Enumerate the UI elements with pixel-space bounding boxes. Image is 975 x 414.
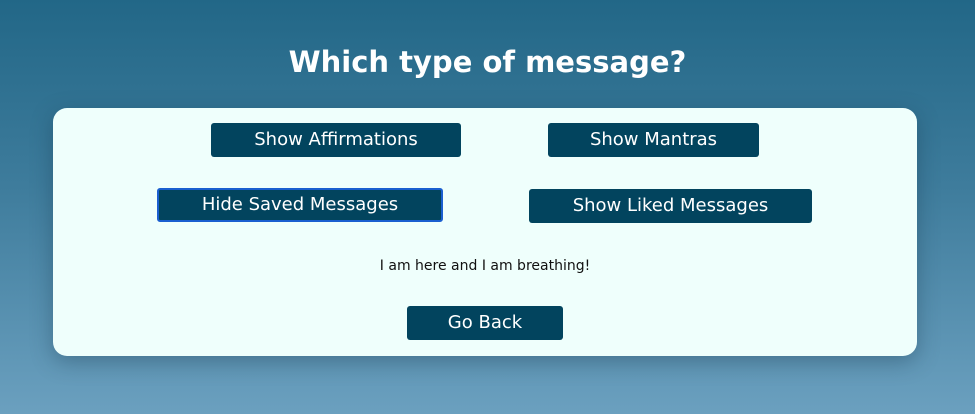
message-panel: Show Affirmations Show Mantras Hide Save… — [53, 108, 917, 356]
go-back-button[interactable]: Go Back — [407, 306, 563, 340]
show-mantras-button[interactable]: Show Mantras — [548, 123, 759, 157]
saved-message-text: I am here and I am breathing! — [379, 258, 591, 274]
show-affirmations-button[interactable]: Show Affirmations — [211, 123, 461, 157]
hide-saved-messages-button[interactable]: Hide Saved Messages — [157, 188, 443, 222]
page-title: Which type of message? — [288, 45, 687, 79]
show-liked-messages-button[interactable]: Show Liked Messages — [529, 189, 812, 223]
